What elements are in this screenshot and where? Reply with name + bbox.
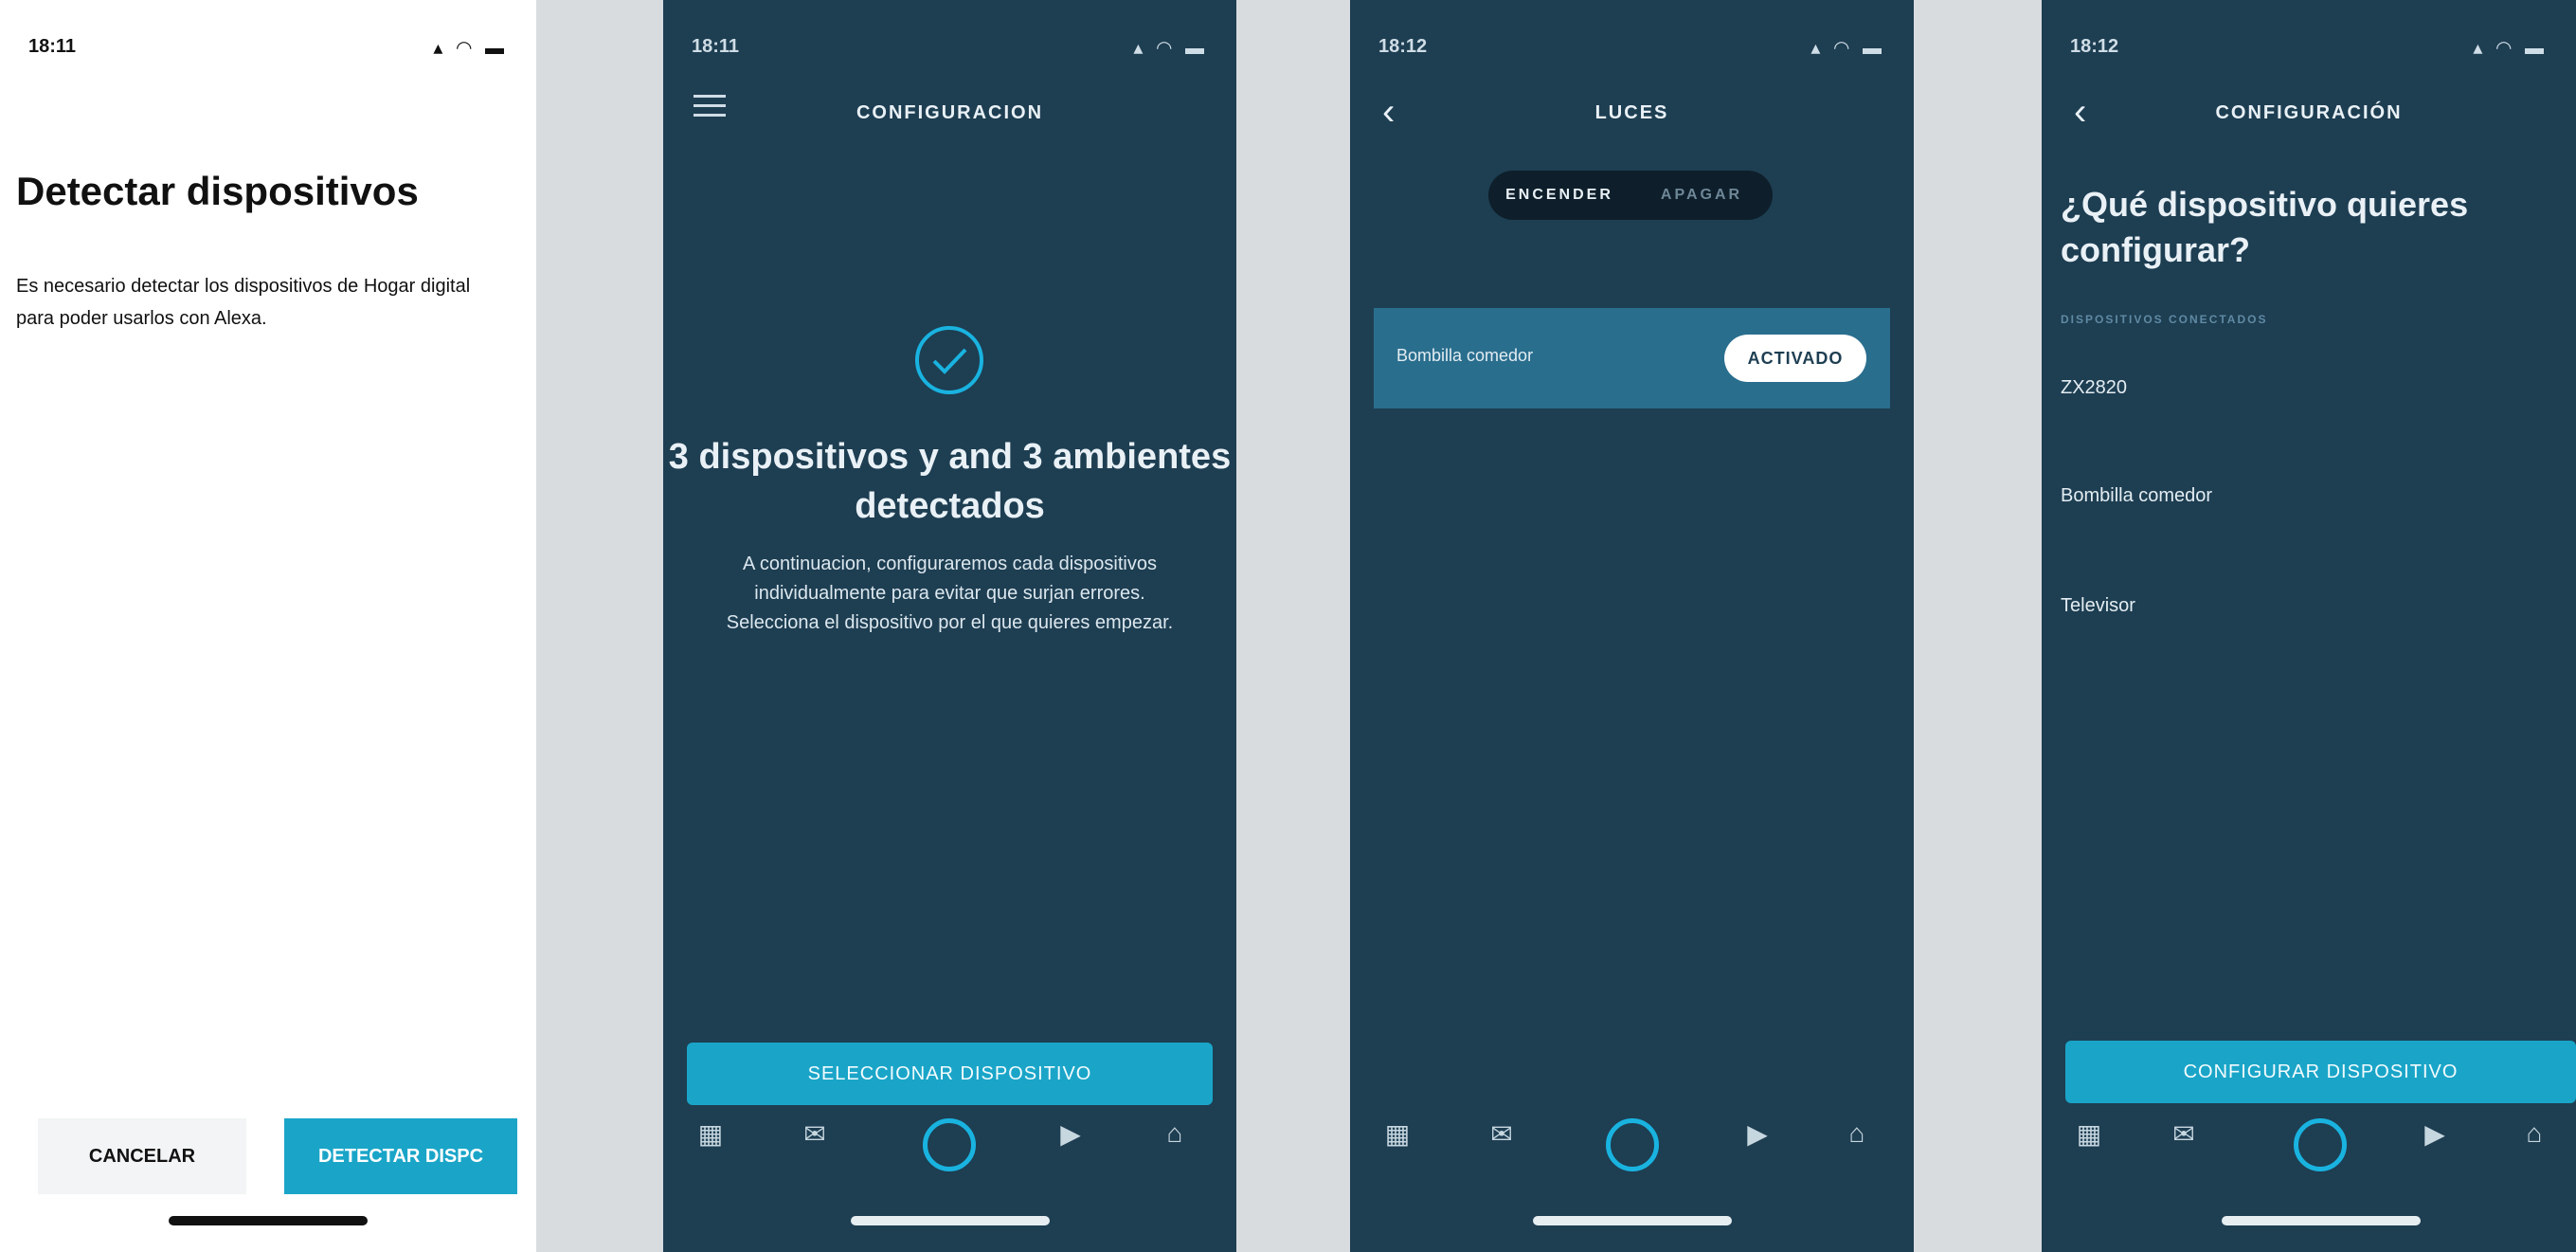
devices-icon: ⌂ bbox=[1166, 1118, 1183, 1148]
home-indicator bbox=[169, 1216, 368, 1225]
device-list-item[interactable]: Bombilla comedor bbox=[2061, 485, 2212, 507]
success-check-icon bbox=[915, 326, 983, 394]
header-title: CONFIGURACION bbox=[856, 102, 1044, 123]
home-icon: ▦ bbox=[2076, 1119, 2102, 1149]
section-label: DISPOSITIVOS CONECTADOS bbox=[2061, 313, 2268, 326]
device-name: Bombilla comedor bbox=[1396, 346, 1534, 365]
bottom-tab-bar: ▦ ✉ ▶ ⌂ bbox=[663, 1118, 1236, 1194]
bottom-tab-bar: ▦ ✉ ▶ ⌂ bbox=[1350, 1118, 1914, 1194]
device-status-toggle[interactable]: ACTIVADO bbox=[1724, 335, 1866, 382]
page-description: Es necesario detectar los dispositivos d… bbox=[16, 276, 471, 329]
tab-play[interactable]: ▶ bbox=[2406, 1118, 2463, 1152]
home-indicator bbox=[851, 1216, 1050, 1225]
tab-home[interactable]: ▦ bbox=[1369, 1118, 1426, 1152]
device-list-item[interactable]: ZX2820 bbox=[2061, 377, 2127, 399]
select-device-button[interactable]: SELECCIONAR DISPOSITIVO bbox=[687, 1043, 1213, 1105]
status-icons: ▴ ◠ ▬ bbox=[1810, 38, 1885, 59]
tab-play[interactable]: ▶ bbox=[1042, 1118, 1099, 1152]
status-icons: ▴ ◠ ▬ bbox=[2473, 38, 2548, 59]
page-title: Detectar dispositivos bbox=[16, 169, 419, 213]
detection-body: A continuacion, configuraremos cada disp… bbox=[726, 553, 1174, 633]
status-time: 18:12 bbox=[1378, 36, 1428, 57]
configuration-result-screen: 18:11 ▴ ◠ ▬ CONFIGURACION 3 dispositivos… bbox=[663, 0, 1236, 1252]
detect-devices-button[interactable]: DETECTAR DISPC bbox=[284, 1118, 517, 1194]
tab-communicate[interactable]: ✉ bbox=[786, 1118, 843, 1152]
status-icons: ▴ ◠ ▬ bbox=[433, 38, 508, 59]
tab-home[interactable]: ▦ bbox=[682, 1118, 739, 1152]
lights-screen: 18:12 ▴ ◠ ▬ ‹ LUCES ENCENDER APAGAR Bomb… bbox=[1350, 0, 1914, 1252]
communicate-icon: ✉ bbox=[1490, 1119, 1513, 1149]
tab-devices[interactable]: ⌂ bbox=[2506, 1118, 2563, 1152]
detect-devices-screen: 18:11 ▴ ◠ ▬ Detectar dispositivos Es nec… bbox=[0, 0, 536, 1252]
segment-turn-off[interactable]: APAGAR bbox=[1630, 171, 1773, 220]
tab-communicate[interactable]: ✉ bbox=[2155, 1118, 2212, 1152]
home-indicator bbox=[2222, 1216, 2421, 1225]
communicate-icon: ✉ bbox=[2172, 1119, 2195, 1149]
play-icon: ▶ bbox=[1060, 1119, 1081, 1149]
header-title: LUCES bbox=[1594, 102, 1669, 123]
tab-devices[interactable]: ⌂ bbox=[1146, 1118, 1203, 1152]
status-time: 18:11 bbox=[28, 36, 77, 57]
bottom-tab-bar: ▦ ✉ ▶ ⌂ bbox=[2042, 1118, 2576, 1194]
cancel-button[interactable]: CANCELAR bbox=[38, 1118, 246, 1194]
detection-heading: 3 dispositivos y and 3 ambientes detecta… bbox=[668, 437, 1232, 526]
devices-icon: ⌂ bbox=[2526, 1118, 2543, 1148]
status-icons: ▴ ◠ ▬ bbox=[1133, 38, 1208, 59]
segment-turn-on[interactable]: ENCENDER bbox=[1488, 171, 1630, 220]
play-icon: ▶ bbox=[1747, 1119, 1768, 1149]
configure-device-screen: 18:12 ▴ ◠ ▬ ‹ CONFIGURACIÓN ¿Qué disposi… bbox=[2042, 0, 2576, 1252]
alexa-icon[interactable] bbox=[923, 1118, 976, 1171]
status-bar: 18:12 ▴ ◠ ▬ bbox=[2042, 28, 2576, 66]
communicate-icon: ✉ bbox=[803, 1119, 826, 1149]
status-bar: 18:11 ▴ ◠ ▬ bbox=[0, 28, 536, 66]
tab-devices[interactable]: ⌂ bbox=[1828, 1118, 1885, 1152]
alexa-icon[interactable] bbox=[2294, 1118, 2347, 1171]
status-time: 18:11 bbox=[692, 36, 740, 57]
status-time: 18:12 bbox=[2070, 36, 2119, 57]
power-segmented-control: ENCENDER APAGAR bbox=[1488, 171, 1773, 220]
device-list-item[interactable]: Televisor bbox=[2061, 595, 2135, 617]
tab-communicate[interactable]: ✉ bbox=[1473, 1118, 1530, 1152]
configure-device-button[interactable]: CONFIGURAR DISPOSITIVO bbox=[2065, 1041, 2576, 1103]
home-icon: ▦ bbox=[1384, 1119, 1411, 1149]
header-title: CONFIGURACIÓN bbox=[2215, 102, 2403, 123]
home-indicator bbox=[1533, 1216, 1732, 1225]
status-bar: 18:12 ▴ ◠ ▬ bbox=[1350, 28, 1914, 66]
alexa-icon[interactable] bbox=[1606, 1118, 1659, 1171]
device-card[interactable]: Bombilla comedor ACTIVADO bbox=[1374, 308, 1890, 408]
status-bar: 18:11 ▴ ◠ ▬ bbox=[663, 28, 1236, 66]
devices-icon: ⌂ bbox=[1848, 1118, 1865, 1148]
tab-play[interactable]: ▶ bbox=[1729, 1118, 1786, 1152]
page-question: ¿Qué dispositivo quieres configurar? bbox=[2061, 185, 2469, 269]
tab-home[interactable]: ▦ bbox=[2061, 1118, 2117, 1152]
home-icon: ▦ bbox=[697, 1119, 724, 1149]
play-icon: ▶ bbox=[2424, 1119, 2445, 1149]
